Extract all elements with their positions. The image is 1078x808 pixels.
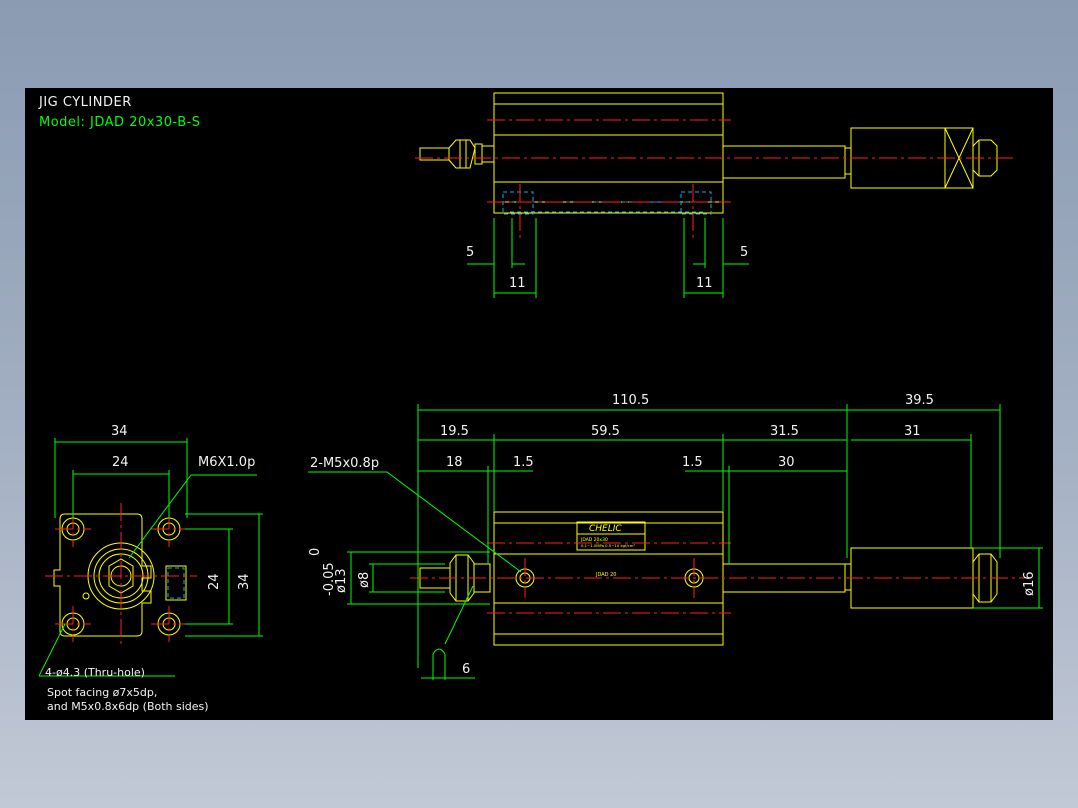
dim-19-5: 19.5 — [440, 424, 469, 439]
drawing-title: JIG CYLINDER — [39, 95, 132, 110]
label-line-2: 0.1~1.0MPa 0.5~10 kgf/cm² — [581, 543, 635, 548]
top-view — [415, 92, 1015, 298]
dim-end-height-34: 34 — [237, 573, 252, 590]
dim-1-5-right: 1.5 — [682, 455, 703, 470]
end-view — [38, 438, 263, 677]
dim-end-pitch-24: 24 — [112, 455, 129, 470]
dim-6: 6 — [462, 662, 471, 677]
dim-rod-39-5: 39.5 — [905, 393, 934, 408]
label-brand: CHELIC — [589, 524, 622, 534]
spot-facing-note-1: Spot facing ø7x5dp, — [47, 686, 158, 699]
dim-30: 30 — [778, 455, 795, 470]
dim-top-right-5: 5 — [740, 245, 749, 260]
dia-8-label: ø8 — [357, 571, 372, 588]
drawing-canvas: CHELIC JDAD 20x30 0.1~1.0MPa 0.5~10 kgf/… — [38, 92, 1043, 680]
dim-top-right-11: 11 — [696, 276, 713, 291]
model-label: Model: JDAD 20x30-B-S — [39, 115, 201, 130]
dim-31: 31 — [904, 424, 921, 439]
dim-end-width-34: 34 — [111, 424, 128, 439]
thread-note: M6X1.0p — [198, 455, 256, 470]
port-note: 2-M5x0.8p — [310, 456, 380, 471]
dim-end-height-24: 24 — [207, 573, 222, 590]
dia-16-label: ø16 — [1022, 571, 1037, 597]
dia-13-label: ø13 — [334, 568, 349, 594]
tolerance-upper: 0 — [308, 547, 323, 556]
side-view — [308, 404, 1043, 680]
dim-18: 18 — [446, 455, 463, 470]
drawing-sheet: CHELIC JDAD 20x30 0.1~1.0MPa 0.5~10 kgf/… — [25, 88, 1053, 720]
hole-note: 4-ø4.3 (Thru-hole) — [45, 666, 145, 679]
dim-total-110-5: 110.5 — [612, 393, 650, 408]
dim-59-5: 59.5 — [591, 424, 620, 439]
spot-facing-note-2: and M5x0.8x6dp (Both sides) — [47, 700, 209, 713]
dim-1-5-left: 1.5 — [513, 455, 534, 470]
dim-top-left-5: 5 — [466, 245, 475, 260]
dim-top-left-11: 11 — [509, 276, 526, 291]
dim-31-5: 31.5 — [770, 424, 799, 439]
body-marking: JDAD 20 — [595, 572, 616, 578]
